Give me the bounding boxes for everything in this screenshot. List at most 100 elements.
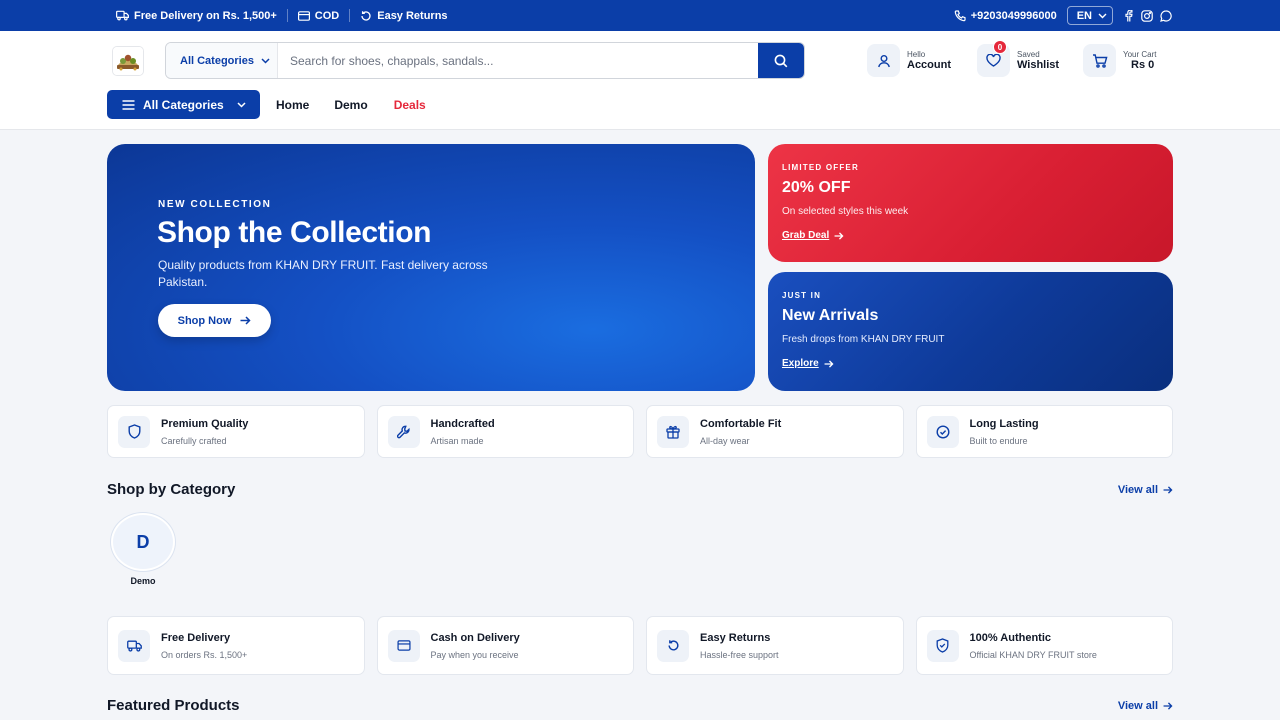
nav-link-home[interactable]: Home — [276, 98, 309, 112]
shield-icon — [128, 424, 140, 439]
service-title: Cash on Delivery — [430, 631, 520, 644]
easy-returns-text: Easy Returns — [377, 9, 448, 22]
shop-now-button[interactable]: Shop Now — [158, 304, 271, 337]
search-input[interactable] — [278, 43, 758, 78]
site-header: All Categories Hello Account 0 Saved Wis… — [0, 31, 1280, 130]
hero-subtitle: Quality products from KHAN DRY FRUIT. Fa… — [158, 258, 488, 289]
nav-link-deals[interactable]: Deals — [394, 98, 426, 112]
nav-link-demo[interactable]: Demo — [334, 98, 367, 112]
account-icon-box — [867, 44, 900, 77]
cod-note: COD — [297, 10, 339, 22]
free-delivery-note: Free Delivery on Rs. 1,500+ — [116, 10, 277, 22]
cart-total: Rs 0 — [1131, 58, 1155, 71]
card-icon — [297, 10, 310, 21]
chevron-down-icon — [237, 101, 246, 108]
grab-deal-label: Grab Deal — [782, 230, 830, 241]
phone-number: +9203049996000 — [970, 9, 1057, 22]
feature-icon-box — [657, 415, 689, 448]
all-categories-button[interactable]: All Categories — [107, 90, 260, 119]
service-card: Free Delivery On orders Rs. 1,500+ — [107, 616, 365, 675]
promo-eyebrow: JUST IN — [782, 291, 822, 300]
check-circle-icon — [935, 424, 950, 439]
feature-card: Long Lasting Built to endure — [915, 405, 1173, 458]
feature-title: Premium Quality — [161, 417, 249, 430]
facebook-icon[interactable] — [1123, 9, 1134, 22]
feature-subtitle: Artisan made — [430, 435, 484, 446]
service-subtitle: Hassle-free support — [700, 649, 779, 660]
feature-title: Handcrafted — [430, 417, 495, 430]
top-bar: Free Delivery on Rs. 1,500+ COD Easy Ret… — [0, 0, 1280, 31]
featured-products-title: Featured Products — [107, 697, 240, 714]
shop-by-category-title: Shop by Category — [107, 481, 236, 498]
feature-subtitle: All-day wear — [700, 435, 750, 446]
search-button[interactable] — [758, 43, 804, 78]
all-categories-label: All Categories — [143, 97, 224, 112]
store-logo[interactable] — [112, 46, 144, 76]
promo-new-arrivals: JUST IN New Arrivals Fresh drops from KH… — [768, 272, 1173, 391]
explore-label: Explore — [782, 358, 819, 369]
service-subtitle: Pay when you receive — [430, 649, 519, 660]
cart-link[interactable]: Your Cart Rs 0 — [1083, 44, 1157, 77]
cart-caption: Your Cart — [1123, 49, 1157, 59]
grab-deal-link[interactable]: Grab Deal — [782, 230, 844, 241]
feature-subtitle: Carefully crafted — [161, 435, 227, 446]
service-card: Cash on Delivery Pay when you receive — [376, 616, 634, 675]
return-icon — [667, 640, 679, 651]
chevron-down-icon — [261, 57, 270, 64]
easy-returns-note: Easy Returns — [360, 9, 448, 22]
service-icon-box — [118, 629, 150, 662]
feature-icon-box — [926, 415, 959, 448]
category-label[interactable]: Demo — [111, 576, 175, 586]
category-demo-tile[interactable]: D — [111, 513, 175, 571]
explore-link[interactable]: Explore — [782, 358, 834, 369]
truck-icon — [126, 640, 142, 652]
account-link[interactable]: Hello Account — [867, 44, 951, 77]
account-greeting: Hello — [907, 49, 926, 59]
arrow-right-icon — [1163, 702, 1173, 710]
cart-icon-box — [1083, 44, 1116, 77]
language-select[interactable]: EN — [1066, 6, 1113, 25]
promo-title: New Arrivals — [782, 307, 879, 324]
wishlist-link[interactable]: 0 Saved Wishlist — [977, 40, 1060, 77]
card-icon — [396, 640, 411, 651]
gift-icon — [666, 425, 680, 439]
service-title: Easy Returns — [700, 631, 771, 644]
search-bar: All Categories — [165, 42, 805, 79]
heart-icon — [986, 54, 1001, 67]
category-view-all-link[interactable]: View all — [1118, 484, 1173, 496]
service-title: Free Delivery — [161, 631, 231, 644]
view-all-label: View all — [1117, 700, 1158, 712]
service-icon-box — [387, 629, 420, 662]
service-icon-box — [657, 629, 689, 662]
search-category-select[interactable]: All Categories — [166, 43, 278, 78]
service-subtitle: On orders Rs. 1,500+ — [161, 649, 248, 660]
wishlist-count-badge: 0 — [993, 40, 1007, 54]
account-label: Account — [907, 58, 951, 71]
language-value: EN — [1076, 9, 1092, 22]
shield-check-icon — [936, 638, 949, 653]
wishlist-caption: Saved — [1017, 49, 1040, 59]
instagram-icon[interactable] — [1141, 9, 1153, 22]
service-title: 100% Authentic — [969, 631, 1052, 644]
arrow-right-icon — [240, 316, 251, 325]
logo-image — [113, 47, 143, 75]
wishlist-label: Wishlist — [1017, 58, 1060, 71]
feature-card: Comfortable Fit All-day wear — [646, 405, 904, 458]
chat-icon[interactable] — [1160, 9, 1172, 22]
service-cards: Free Delivery On orders Rs. 1,500+ Cash o… — [107, 616, 1173, 675]
menu-icon — [122, 99, 135, 110]
search-category-value: All Categories — [180, 54, 254, 67]
search-icon — [774, 54, 788, 67]
feature-cards: Premium Quality Carefully crafted Handcra… — [107, 405, 1173, 458]
featured-view-all-link[interactable]: View all — [1118, 700, 1173, 712]
user-icon — [877, 54, 890, 67]
feature-title: Long Lasting — [969, 417, 1039, 430]
chevron-down-icon — [1098, 13, 1107, 18]
feature-card: Premium Quality Carefully crafted — [107, 405, 365, 458]
hero-eyebrow: NEW COLLECTION — [158, 199, 272, 210]
arrow-right-icon — [824, 359, 834, 368]
arrow-right-icon — [1163, 486, 1173, 494]
service-card: Easy Returns Hassle-free support — [646, 616, 904, 675]
category-initial: D — [136, 531, 150, 552]
phone-link[interactable]: +9203049996000 — [954, 10, 1057, 22]
